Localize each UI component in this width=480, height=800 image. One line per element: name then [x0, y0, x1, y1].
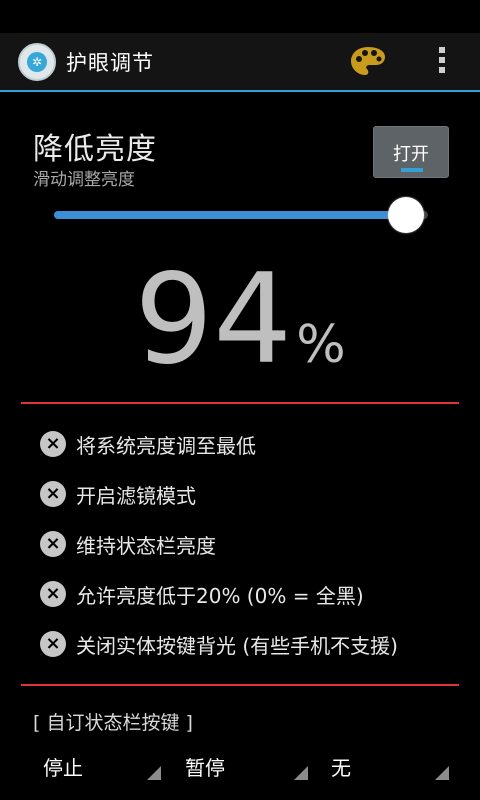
brightness-subtitle: 滑动调整亮度	[33, 170, 135, 190]
brightness-readout: 94%	[0, 255, 480, 385]
action-bar: ✲ 护眼调节	[0, 33, 480, 92]
option-label: 将系统亮度调至最低	[76, 434, 256, 458]
status-bar	[0, 0, 480, 33]
option-label: 开启滤镜模式	[76, 484, 196, 508]
close-circle-icon[interactable]: ×	[40, 481, 66, 507]
option-label: 关闭实体按键背光 (有些手机不支援)	[76, 634, 398, 658]
close-circle-icon[interactable]: ×	[40, 581, 66, 607]
dropdown-key-1[interactable]: 停止	[33, 748, 161, 786]
divider	[21, 402, 459, 404]
overflow-menu-icon[interactable]	[436, 47, 448, 77]
dropdown-key-3[interactable]: 无	[321, 748, 449, 786]
app-title: 护眼调节	[66, 51, 154, 75]
brightness-toggle-button[interactable]: 打开	[373, 126, 449, 178]
divider	[21, 684, 459, 686]
app-eye-icon[interactable]: ✲	[18, 43, 56, 81]
slider-thumb[interactable]	[387, 197, 424, 233]
close-circle-icon[interactable]: ×	[40, 531, 66, 557]
dropdown-value: 停止	[43, 756, 83, 780]
dropdown-value: 暂停	[185, 756, 225, 780]
dropdown-arrow-icon	[294, 766, 308, 780]
option-label: 允许亮度低于20% (0% = 全黑)	[76, 584, 364, 608]
palette-icon[interactable]	[349, 45, 387, 77]
dropdown-value: 无	[331, 756, 351, 780]
toggle-indicator	[401, 168, 423, 172]
custom-keys-title: [ 自订状态栏按键 ]	[33, 712, 193, 734]
dropdown-arrow-icon	[147, 766, 161, 780]
dropdown-key-2[interactable]: 暂停	[175, 748, 308, 786]
close-circle-icon[interactable]: ×	[40, 631, 66, 657]
brightness-slider[interactable]	[54, 211, 428, 219]
brightness-unit: %	[296, 315, 346, 375]
dropdown-arrow-icon	[435, 766, 449, 780]
brightness-value: 94	[134, 248, 293, 392]
toggle-label: 打开	[393, 144, 429, 165]
brightness-title: 降低亮度	[33, 132, 157, 167]
slider-fill	[54, 211, 406, 219]
close-circle-icon[interactable]: ×	[40, 431, 66, 457]
option-label: 维持状态栏亮度	[76, 534, 216, 558]
